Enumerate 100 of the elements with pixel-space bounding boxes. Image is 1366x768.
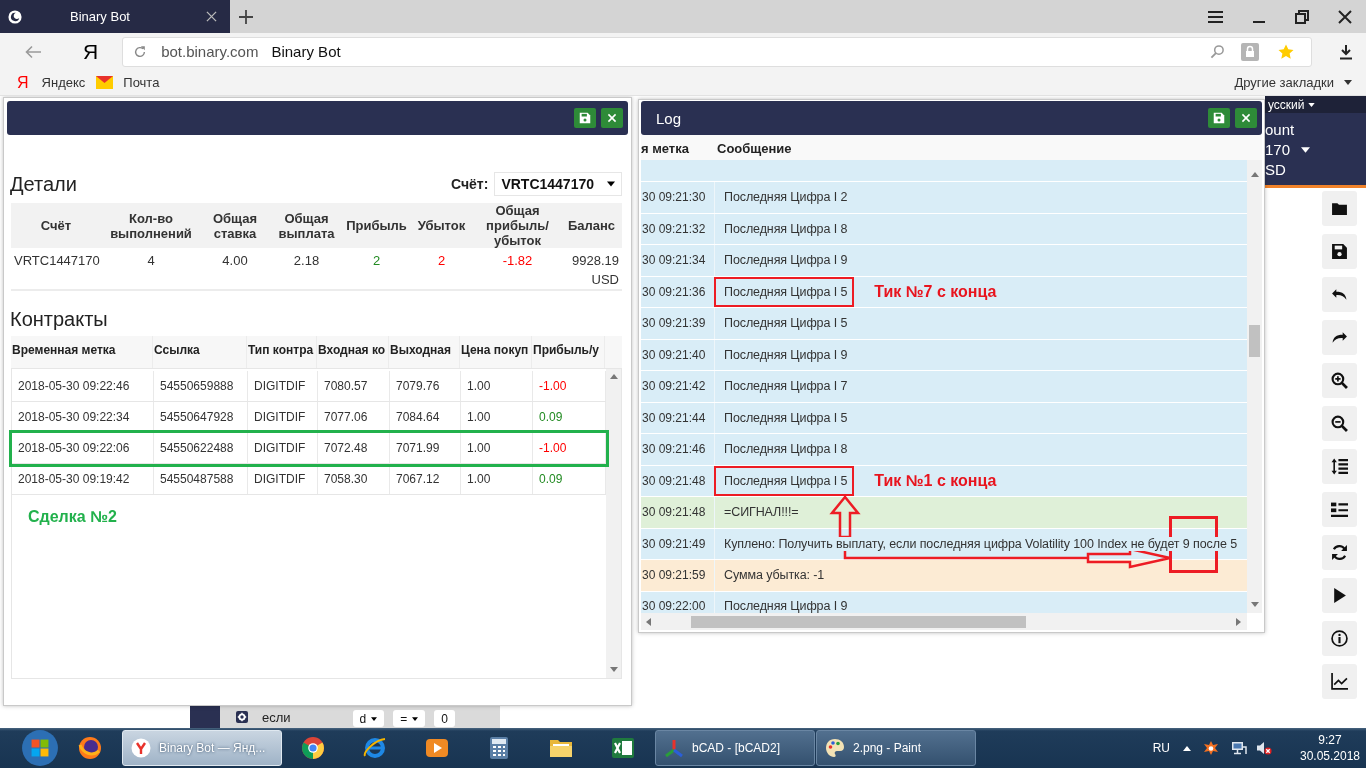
- redo-button[interactable]: [1322, 320, 1357, 355]
- spreadsheet-icon[interactable]: [611, 736, 635, 760]
- splat-icon[interactable]: [1203, 740, 1219, 756]
- caret-down-icon: [371, 716, 378, 721]
- floppy-icon: [1213, 112, 1225, 124]
- table-cell: 7067.12: [390, 464, 461, 494]
- block-field[interactable]: =: [393, 710, 426, 727]
- browser-icon[interactable]: [363, 736, 387, 760]
- reload-icon[interactable]: [133, 44, 148, 59]
- table-cell: 2: [344, 248, 409, 291]
- speaker-muted-icon[interactable]: [1256, 740, 1272, 756]
- language-indicator[interactable]: RU: [1152, 741, 1170, 755]
- run-button[interactable]: [1322, 578, 1357, 613]
- table-cell: 2018-05-30 09:19:42: [12, 464, 154, 494]
- block-field[interactable]: 0: [434, 710, 455, 727]
- code-block[interactable]: если d = 0: [190, 706, 500, 728]
- column-header: Входная ко: [317, 336, 389, 368]
- triangle-up-icon[interactable]: [1183, 745, 1191, 751]
- calculator-icon[interactable]: [487, 736, 511, 760]
- zoom-out-button[interactable]: [1322, 406, 1357, 441]
- site-icon: Я: [17, 73, 29, 92]
- field-label: Счёт:: [451, 176, 489, 192]
- refresh-icon: [1331, 544, 1348, 561]
- clock-time[interactable]: 9:27: [1298, 732, 1362, 748]
- table-cell: 1.00: [461, 464, 533, 494]
- timestamp: 30 09:21:49: [641, 535, 707, 553]
- network-icon[interactable]: [1231, 740, 1247, 756]
- table-cell: 54550622488: [154, 433, 248, 463]
- bookmark-link[interactable]: Я Яндекс: [15, 73, 86, 92]
- column-header: Временная метка: [11, 336, 153, 368]
- timestamp: 30 09:21:59: [641, 567, 707, 585]
- triangle-down-icon[interactable]: [609, 667, 618, 672]
- close-icon[interactable]: [1338, 9, 1352, 24]
- list-icon: [1331, 501, 1348, 518]
- save-button[interactable]: [1322, 234, 1357, 269]
- triangle-left-icon[interactable]: [646, 617, 651, 626]
- triangle-right-icon[interactable]: [1236, 617, 1241, 626]
- undo-button[interactable]: [1322, 277, 1357, 312]
- browser-icon[interactable]: [301, 736, 325, 760]
- log-message: Последняя Цифра I 5: [724, 316, 848, 331]
- plus-icon[interactable]: [239, 9, 253, 24]
- column-header: Общая ставка: [201, 203, 269, 248]
- play-icon: [1331, 587, 1348, 604]
- account-select[interactable]: VRTC1447170: [494, 172, 622, 196]
- horizontal-scrollbar[interactable]: [641, 613, 1247, 630]
- table-cell: 4: [101, 248, 201, 291]
- gear-icon[interactable]: [236, 711, 248, 723]
- taskbar-button[interactable]: 2.png - Paint: [816, 730, 976, 766]
- browser-tab[interactable]: Binary Bot: [0, 0, 230, 33]
- info-button[interactable]: [1322, 621, 1357, 656]
- zoom-in-button[interactable]: [1322, 363, 1357, 398]
- log-message: Последняя Цифра I 8: [724, 221, 848, 236]
- close-button[interactable]: [601, 108, 623, 128]
- list-button[interactable]: [1322, 492, 1357, 527]
- browser-logo[interactable]: Я: [83, 39, 99, 64]
- zoom-in-icon: [1331, 372, 1348, 389]
- menu-icon[interactable]: [1208, 10, 1223, 23]
- block-field[interactable]: d: [352, 710, 385, 727]
- envelope-icon: [96, 76, 114, 89]
- reload-button[interactable]: [1322, 535, 1357, 570]
- bookmark-link[interactable]: Почта: [100, 75, 160, 90]
- timestamp: 30 09:21:30: [641, 189, 707, 207]
- annotation-text: Сделка №2: [28, 508, 118, 526]
- table-cell: 7080.57: [318, 371, 390, 401]
- search-icon[interactable]: [1210, 44, 1226, 59]
- star-icon[interactable]: [1278, 43, 1295, 60]
- arrange-button[interactable]: [1322, 449, 1357, 484]
- column-header: Баланс: [561, 203, 622, 248]
- open-button[interactable]: [1322, 191, 1357, 226]
- media-player-icon[interactable]: [425, 736, 449, 760]
- caret-down-icon[interactable]: [1301, 147, 1311, 153]
- close-icon[interactable]: [206, 11, 217, 22]
- chart-button[interactable]: [1322, 664, 1357, 699]
- vertical-scrollbar[interactable]: [606, 369, 621, 678]
- vertical-scrollbar[interactable]: [1247, 160, 1262, 613]
- address-field[interactable]: bot.binary.com Binary Bot: [122, 36, 1313, 67]
- language-menu[interactable]: усский: [1265, 96, 1366, 113]
- download-icon[interactable]: [1338, 43, 1355, 60]
- timestamp: 30 09:21:39: [641, 315, 707, 333]
- table-cell: 7079.76: [390, 371, 461, 401]
- triangle-down-icon[interactable]: [1250, 602, 1259, 607]
- windows-flag-icon[interactable]: [21, 729, 59, 767]
- log-message: Последняя Цифра I 5: [724, 410, 848, 425]
- scrollbar-thumb[interactable]: [691, 615, 1026, 628]
- line-spacing-icon: [1331, 458, 1348, 475]
- timestamp: 30 09:21:46: [641, 441, 707, 459]
- restore-icon[interactable]: [1295, 9, 1309, 24]
- clock-date[interactable]: 30.05.2018: [1298, 748, 1362, 764]
- globe-icon[interactable]: [78, 736, 102, 760]
- bookmarks-menu[interactable]: Другие закладки: [1234, 75, 1352, 90]
- timestamp: 30 09:21:36: [641, 283, 707, 301]
- scrollbar-thumb[interactable]: [1249, 325, 1260, 357]
- column-header: Цена покуп: [460, 336, 532, 368]
- table-cell: -1.00: [533, 433, 606, 463]
- column-header: Ссылка: [153, 336, 247, 368]
- taskbar-button[interactable]: bCAD - [bCAD2]: [655, 730, 815, 766]
- close-button[interactable]: [1235, 108, 1257, 128]
- timestamp: 30 09:21:42: [641, 378, 707, 396]
- column-header: Убыток: [409, 203, 474, 248]
- account-id[interactable]: 170: [1265, 140, 1291, 160]
